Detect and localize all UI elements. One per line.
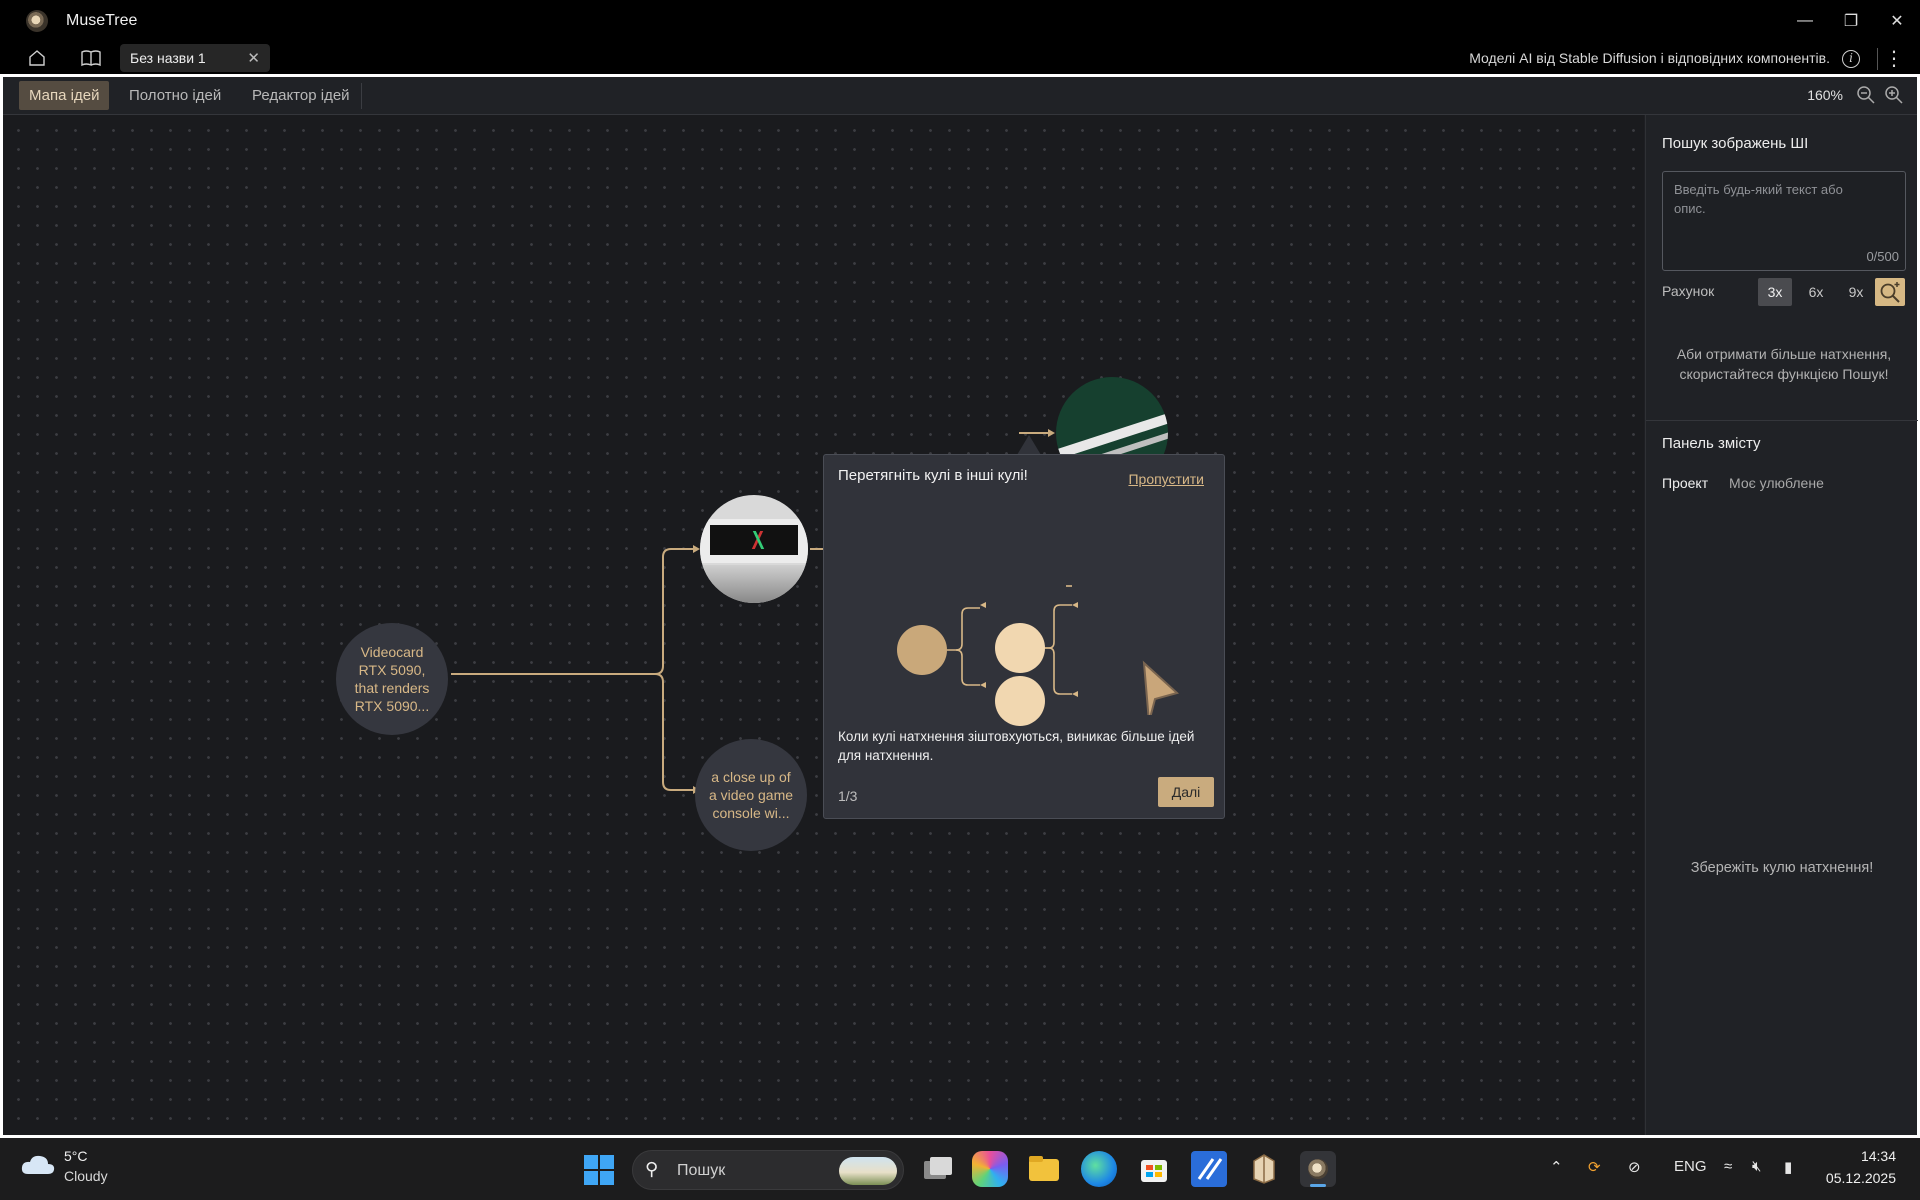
model-attribution: Моделі AI від Stable Diffusion і відпові… — [1469, 50, 1830, 66]
taskbar-search-label: Пошук — [677, 1162, 726, 1179]
divider — [1877, 48, 1878, 70]
zoom-in-icon[interactable] — [1883, 84, 1905, 106]
count-label: Рахунок — [1662, 283, 1715, 299]
clock-time[interactable]: 14:34 — [1861, 1148, 1896, 1164]
tab-idea-canvas[interactable]: Полотно ідей — [119, 81, 231, 110]
taskbar: 5°C Cloudy ⚲ Пошук ⌃ ⟳ ⊘ ENG ≈ 🔇︎ ▮ 14:3… — [0, 1138, 1920, 1200]
prompt-placeholder: Введіть будь-який текст або опис. — [1674, 182, 1843, 216]
bubble-shape — [995, 676, 1045, 726]
tab-bar: Без назви 1 ✕ Моделі AI від Stable Diffu… — [0, 42, 1920, 74]
app-logo-icon — [26, 10, 48, 32]
musetree-taskbar-icon[interactable] — [1300, 1151, 1336, 1187]
tab-idea-editor[interactable]: Редактор ідей — [242, 81, 360, 110]
divider — [361, 83, 362, 109]
tab-project[interactable]: Проект — [1662, 475, 1708, 491]
battery-icon[interactable]: ▮ — [1784, 1158, 1792, 1176]
skip-tour-link[interactable]: Пропустити — [1128, 471, 1204, 487]
home-icon[interactable] — [22, 44, 52, 72]
info-icon[interactable]: i — [1842, 50, 1860, 68]
search-highlight-image — [839, 1157, 897, 1185]
generated-image-bubble[interactable] — [700, 495, 808, 603]
book-icon[interactable] — [76, 44, 106, 72]
close-tab-icon[interactable]: ✕ — [247, 49, 260, 67]
tour-title: Перетягніть кулі в інші кулі! — [838, 467, 1028, 484]
tab-my-favorites[interactable]: Моє улюблене — [1729, 475, 1824, 491]
next-button[interactable]: Далі — [1158, 777, 1214, 807]
taskbar-search[interactable]: ⚲ Пошук — [632, 1150, 904, 1190]
tour-pointer — [1017, 435, 1041, 455]
file-explorer-icon[interactable] — [1026, 1151, 1062, 1187]
console-screen-image — [710, 525, 798, 555]
network-off-icon[interactable]: ⊘ — [1628, 1158, 1641, 1176]
close-button[interactable]: ✕ — [1874, 6, 1920, 36]
character-counter: 0/500 — [1866, 249, 1899, 264]
cursor-pointer-icon — [1142, 660, 1180, 715]
edge-browser-icon[interactable] — [1081, 1151, 1117, 1187]
task-view-icon[interactable] — [918, 1151, 954, 1187]
ai-image-search-title: Пошук зображень ШІ — [1662, 135, 1809, 152]
child-idea-text: a close up of a video game console wi... — [708, 769, 794, 821]
more-menu-icon[interactable]: ⋮ — [1884, 46, 1904, 71]
bubble-shape — [995, 623, 1045, 673]
content-panel-title: Панель змісту — [1662, 435, 1761, 452]
title-bar: MuseTree — ❐ ✕ — [0, 0, 1920, 42]
count-option-9x[interactable]: 9x — [1839, 278, 1873, 306]
app-window: Мапа ідей Полотно ідей Редактор ідей 160… — [3, 77, 1918, 1135]
count-option-3x[interactable]: 3x — [1758, 278, 1792, 306]
search-icon: ⚲ — [645, 1159, 659, 1179]
document-tab-label: Без назви 1 — [130, 50, 206, 66]
show-hidden-icons-icon[interactable]: ⌃ — [1550, 1158, 1563, 1176]
empty-state-hint: Збережіть кулю натхнення! — [1690, 860, 1874, 876]
tab-idea-map[interactable]: Мапа ідей — [19, 81, 110, 110]
app-title: MuseTree — [66, 12, 138, 29]
prompt-input[interactable]: Введіть будь-який текст або опис. 0/500 — [1662, 171, 1906, 271]
bubble-shape — [897, 625, 947, 675]
document-tab[interactable]: Без назви 1 ✕ — [120, 44, 270, 72]
count-option-6x[interactable]: 6x — [1799, 278, 1833, 306]
clock-date[interactable]: 05.12.2025 — [1826, 1170, 1896, 1186]
root-idea-text: Videocard RTX 5090, that renders RTX 509… — [354, 644, 430, 714]
divider — [1646, 420, 1918, 421]
cloud-icon[interactable] — [20, 1152, 56, 1178]
microsoft-store-icon[interactable] — [1136, 1151, 1172, 1187]
weather-temperature: 5°C — [64, 1148, 88, 1164]
weather-condition: Cloudy — [64, 1168, 108, 1184]
onboarding-tour-popup: Перетягніть кулі в інші кулі! Пропустити… — [823, 454, 1225, 819]
child-idea-bubble[interactable]: a close up of a video game console wi... — [695, 739, 807, 851]
wifi-icon[interactable]: ≈ — [1724, 1158, 1732, 1175]
right-side-panel: Пошук зображень ШІ Введіть будь-який тек… — [1645, 115, 1918, 1135]
language-indicator[interactable]: ENG — [1674, 1158, 1707, 1175]
mode-toolbar: Мапа ідей Полотно ідей Редактор ідей 160… — [3, 77, 1917, 115]
zoom-out-icon[interactable] — [1855, 84, 1877, 106]
generate-search-button[interactable] — [1875, 278, 1905, 306]
tour-description: Коли кулі натхнення зіштовхуються, виник… — [838, 729, 1195, 763]
sync-icon[interactable]: ⟳ — [1588, 1158, 1601, 1176]
image-search-icon — [1880, 282, 1900, 303]
tour-step-indicator: 1/3 — [838, 788, 858, 804]
zoom-level: 160% — [1807, 87, 1843, 103]
volume-muted-icon[interactable]: 🔇︎ — [1752, 1158, 1761, 1175]
app-icon[interactable] — [1246, 1151, 1282, 1187]
minimize-button[interactable]: — — [1782, 6, 1828, 36]
app-icon[interactable] — [1191, 1151, 1227, 1187]
restore-button[interactable]: ❐ — [1828, 6, 1874, 36]
root-idea-bubble[interactable]: Videocard RTX 5090, that renders RTX 509… — [336, 623, 448, 735]
m365-app-icon[interactable] — [972, 1151, 1008, 1187]
search-hint: Аби отримати більше натхнення, скористай… — [1676, 346, 1892, 382]
windows-start-icon[interactable] — [584, 1155, 614, 1185]
